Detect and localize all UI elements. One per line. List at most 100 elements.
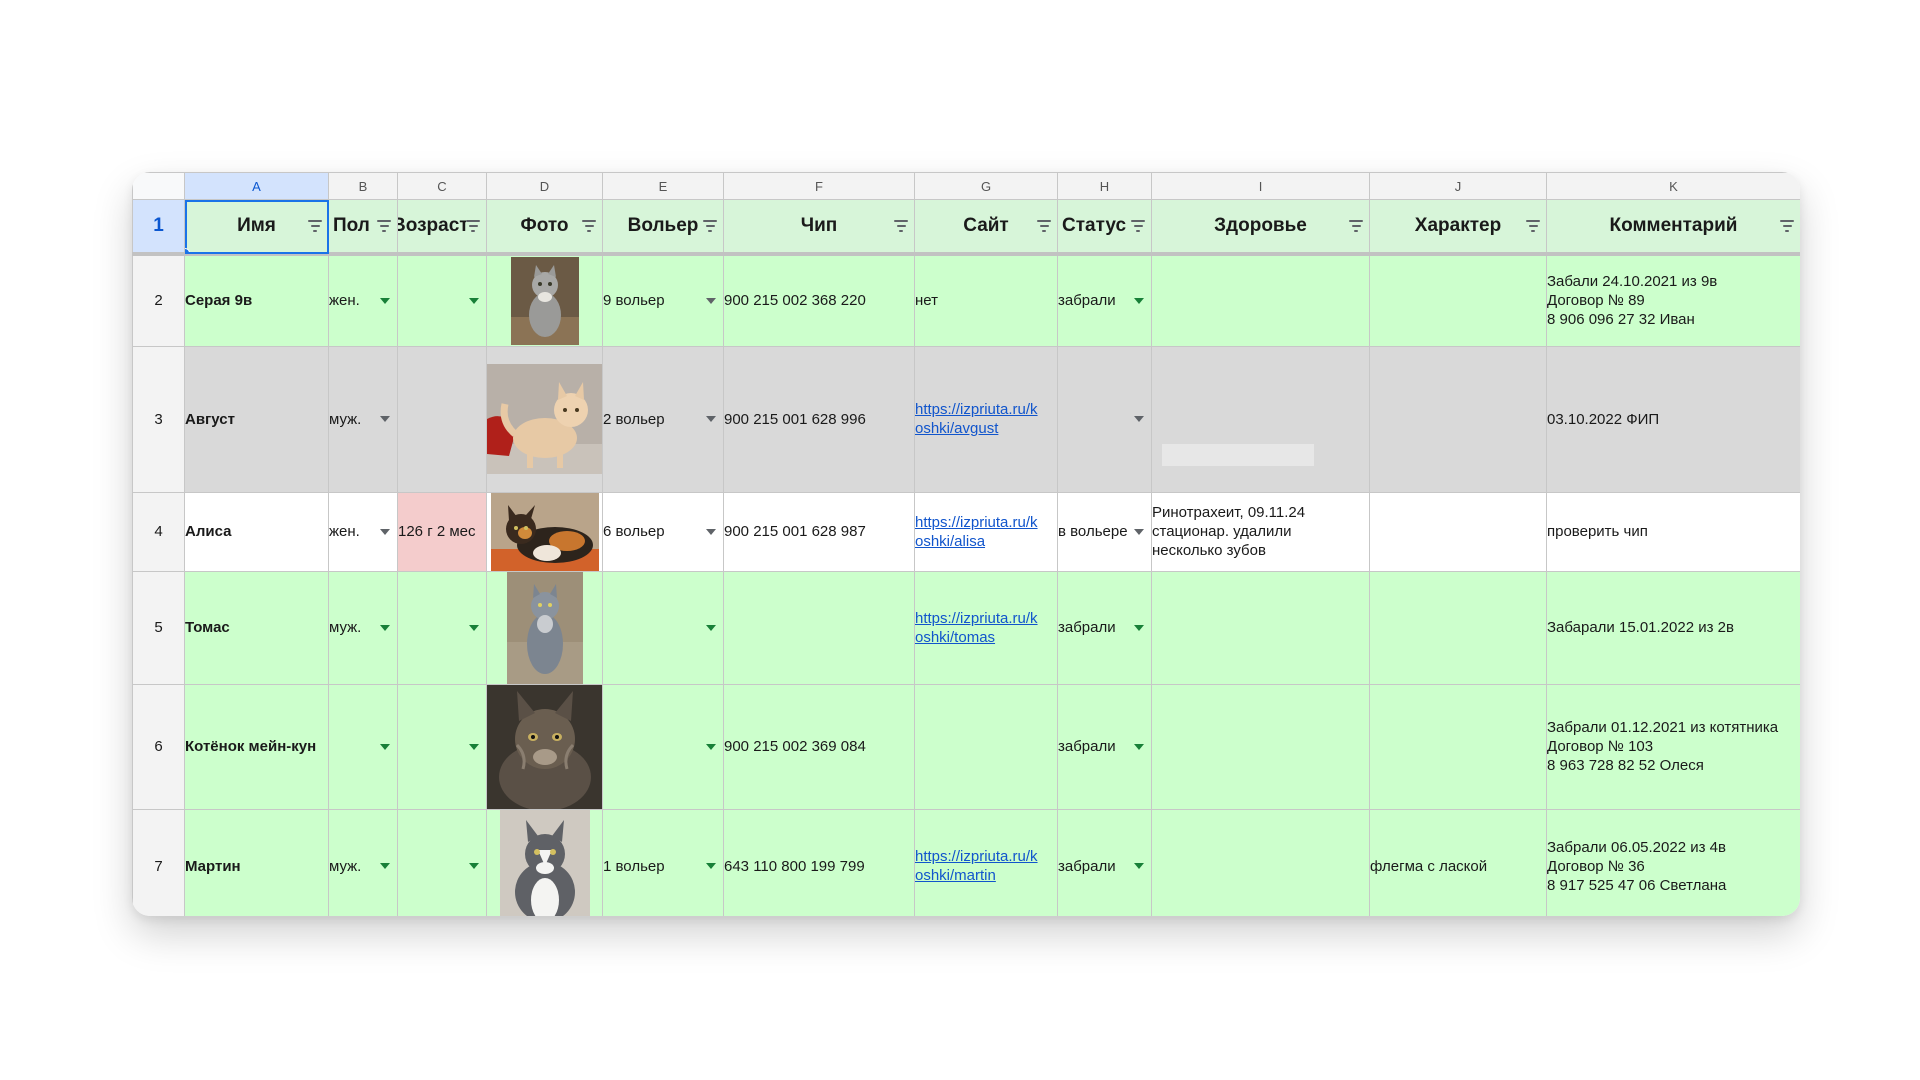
filter-icon[interactable] (1526, 220, 1540, 232)
cell-status[interactable]: забрали (1057, 253, 1152, 347)
cell-enclosure[interactable]: 2 вольер (602, 345, 724, 493)
cell-comment[interactable]: проверить чип (1546, 491, 1800, 572)
dropdown-arrow-icon[interactable] (706, 624, 716, 631)
cell-sex[interactable] (328, 683, 398, 810)
dropdown-arrow-icon[interactable] (380, 743, 390, 750)
dropdown-arrow-icon[interactable] (380, 416, 390, 422)
cell-status[interactable]: забрали (1057, 683, 1152, 810)
header-name[interactable]: Имя (184, 199, 329, 256)
cell-sex[interactable]: жен. (328, 253, 398, 347)
dropdown-arrow-icon[interactable] (380, 528, 390, 535)
cell-chip[interactable] (723, 570, 915, 685)
dropdown-arrow-icon[interactable] (706, 743, 716, 750)
dropdown-arrow-icon[interactable] (1134, 863, 1144, 869)
dropdown-arrow-icon[interactable] (706, 297, 716, 304)
dropdown-arrow-icon[interactable] (380, 624, 390, 631)
cell-enclosure[interactable]: 1 вольер (602, 808, 724, 916)
column-header-j[interactable]: J (1369, 172, 1547, 200)
cell-name[interactable]: Серая 9в (184, 253, 329, 347)
cell-photo[interactable] (486, 570, 603, 685)
header-status[interactable]: Статус (1057, 199, 1152, 256)
row-number[interactable]: 7 (132, 808, 185, 916)
cell-health[interactable] (1151, 683, 1370, 810)
cell-health[interactable] (1151, 253, 1370, 347)
dropdown-arrow-icon[interactable] (469, 863, 479, 869)
column-header-k[interactable]: K (1546, 172, 1800, 200)
cell-age[interactable] (397, 808, 487, 916)
filter-icon[interactable] (1780, 220, 1794, 232)
cell-enclosure[interactable] (602, 683, 724, 810)
cell-character[interactable]: флегма с лаской (1369, 808, 1547, 916)
site-link[interactable]: https://izpriuta.ru/k oshki/avgust (916, 400, 1057, 438)
select-all-corner[interactable] (132, 172, 185, 200)
cell-status[interactable]: забрали (1057, 570, 1152, 685)
filter-icon[interactable] (466, 220, 480, 232)
cell-name[interactable]: Котёнок мейн-кун (184, 683, 329, 810)
cell-site[interactable] (914, 683, 1058, 810)
dropdown-arrow-icon[interactable] (469, 624, 479, 631)
cell-site[interactable]: https://izpriuta.ru/k oshki/martin (914, 808, 1058, 916)
cell-comment[interactable]: Забали 24.10.2021 из 9в Договор № 89 8 9… (1546, 253, 1800, 347)
filter-icon[interactable] (377, 220, 391, 232)
cell-status[interactable] (1057, 345, 1152, 493)
cell-chip[interactable]: 900 215 002 369 084 (723, 683, 915, 810)
dropdown-arrow-icon[interactable] (1134, 624, 1144, 631)
cell-photo[interactable] (486, 253, 603, 347)
header-character[interactable]: Характер (1369, 199, 1547, 256)
filter-icon[interactable] (1349, 220, 1363, 232)
dropdown-arrow-icon[interactable] (706, 863, 716, 869)
cell-character[interactable] (1369, 491, 1547, 572)
filter-icon[interactable] (582, 220, 596, 232)
cell-site[interactable]: https://izpriuta.ru/k oshki/avgust (914, 345, 1058, 493)
site-link[interactable]: https://izpriuta.ru/k oshki/alisa (916, 513, 1057, 551)
header-sex[interactable]: Пол (328, 199, 398, 256)
cell-enclosure[interactable]: 9 вольер (602, 253, 724, 347)
cell-comment[interactable]: Забрали 01.12.2021 из котятника Договор … (1546, 683, 1800, 810)
cell-chip[interactable]: 900 215 002 368 220 (723, 253, 915, 347)
cell-age[interactable] (397, 570, 487, 685)
dropdown-arrow-icon[interactable] (706, 528, 716, 535)
row-number[interactable]: 2 (132, 253, 185, 347)
cell-sex[interactable]: муж. (328, 345, 398, 493)
row-number[interactable]: 1 (132, 199, 185, 256)
cell-name[interactable]: Август (184, 345, 329, 493)
filter-icon[interactable] (1131, 220, 1145, 232)
header-health[interactable]: Здоровье (1151, 199, 1370, 256)
dropdown-arrow-icon[interactable] (380, 297, 390, 304)
cell-character[interactable] (1369, 570, 1547, 685)
site-link[interactable]: https://izpriuta.ru/k oshki/tomas (916, 609, 1057, 647)
column-header-d[interactable]: D (486, 172, 603, 200)
cell-photo[interactable] (486, 491, 603, 572)
row-number[interactable]: 5 (132, 570, 185, 685)
header-chip[interactable]: Чип (723, 199, 915, 256)
column-header-e[interactable]: E (602, 172, 724, 200)
cell-photo[interactable] (486, 345, 603, 493)
cell-health[interactable] (1151, 808, 1370, 916)
dropdown-arrow-icon[interactable] (706, 416, 716, 422)
row-number[interactable]: 3 (132, 345, 185, 493)
cell-site[interactable]: https://izpriuta.ru/k oshki/alisa (914, 491, 1058, 572)
row-number[interactable]: 4 (132, 491, 185, 572)
cell-site[interactable]: нет (914, 253, 1058, 347)
header-photo[interactable]: Фото (486, 199, 603, 256)
cell-comment[interactable]: Забрали 06.05.2022 из 4в Договор № 36 8 … (1546, 808, 1800, 916)
header-age[interactable]: Возраст (397, 199, 487, 256)
dropdown-arrow-icon[interactable] (1134, 528, 1144, 535)
cell-health[interactable]: Ринотрахеит, 09.11.24 стационар. удалили… (1151, 491, 1370, 572)
cell-character[interactable] (1369, 683, 1547, 810)
column-header-h[interactable]: H (1057, 172, 1152, 200)
cell-age[interactable]: 126 г 2 мес (397, 491, 487, 572)
cell-chip[interactable]: 900 215 001 628 987 (723, 491, 915, 572)
cell-age[interactable] (397, 253, 487, 347)
row-number[interactable]: 6 (132, 683, 185, 810)
filter-icon[interactable] (308, 220, 322, 232)
header-enclosure[interactable]: Вольер (602, 199, 724, 256)
cell-sex[interactable]: муж. (328, 570, 398, 685)
cell-comment[interactable]: 03.10.2022 ФИП (1546, 345, 1800, 493)
cell-enclosure[interactable]: 6 вольер (602, 491, 724, 572)
column-header-g[interactable]: G (914, 172, 1058, 200)
cell-status[interactable]: в вольере (1057, 491, 1152, 572)
cell-character[interactable] (1369, 345, 1547, 493)
cell-photo[interactable] (486, 683, 603, 810)
cell-chip[interactable]: 900 215 001 628 996 (723, 345, 915, 493)
